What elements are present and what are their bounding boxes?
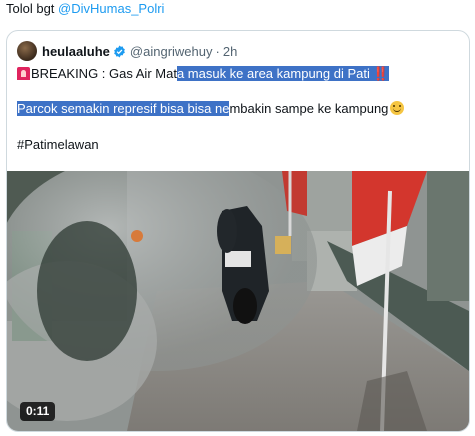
author-handle[interactable]: @aingriwehuy bbox=[130, 44, 213, 59]
video-duration-badge: 0:11 bbox=[20, 402, 56, 421]
mention-link[interactable]: @DivHumas_Polri bbox=[58, 1, 164, 16]
line2-highlight: Parcok semakin represif bisa bisa ne bbox=[17, 101, 230, 116]
line2-plain: mbakin sampe ke kampung bbox=[229, 101, 389, 116]
line1-plain: BREAKING : Gas Air Mat bbox=[31, 66, 177, 81]
video-player[interactable]: 0:11 bbox=[7, 171, 469, 431]
timestamp[interactable]: 2h bbox=[223, 44, 237, 59]
siren-icon bbox=[17, 67, 30, 80]
hashtag-line: #Patimelawan bbox=[17, 136, 99, 154]
tweet-text: Tolol bgt @DivHumas_Polri bbox=[6, 1, 164, 17]
quoted-tweet-header: heulaaluhe @aingriwehuy · 2h bbox=[17, 41, 237, 61]
hashtag-link[interactable]: #Patimelawan bbox=[17, 137, 99, 152]
tweet-text-prefix: Tolol bgt bbox=[6, 1, 55, 16]
video-frame bbox=[7, 171, 469, 431]
avatar[interactable] bbox=[17, 41, 37, 61]
author-name[interactable]: heulaaluhe bbox=[42, 44, 110, 59]
quoted-text-line-2: Parcok semakin represif bisa bisa nembak… bbox=[17, 100, 405, 118]
line1-highlight: a masuk ke area kampung di Pati ‼️ bbox=[176, 66, 390, 81]
verified-icon bbox=[114, 45, 125, 57]
separator-dot: · bbox=[215, 43, 220, 59]
double-exclamation-icon: ‼️ bbox=[372, 66, 390, 81]
smile-emoji-icon bbox=[390, 101, 405, 115]
quoted-tweet-card[interactable]: heulaaluhe @aingriwehuy · 2h BREAKING : … bbox=[6, 30, 470, 432]
quoted-text-line-1: BREAKING : Gas Air Mata masuk ke area ka… bbox=[17, 65, 390, 83]
